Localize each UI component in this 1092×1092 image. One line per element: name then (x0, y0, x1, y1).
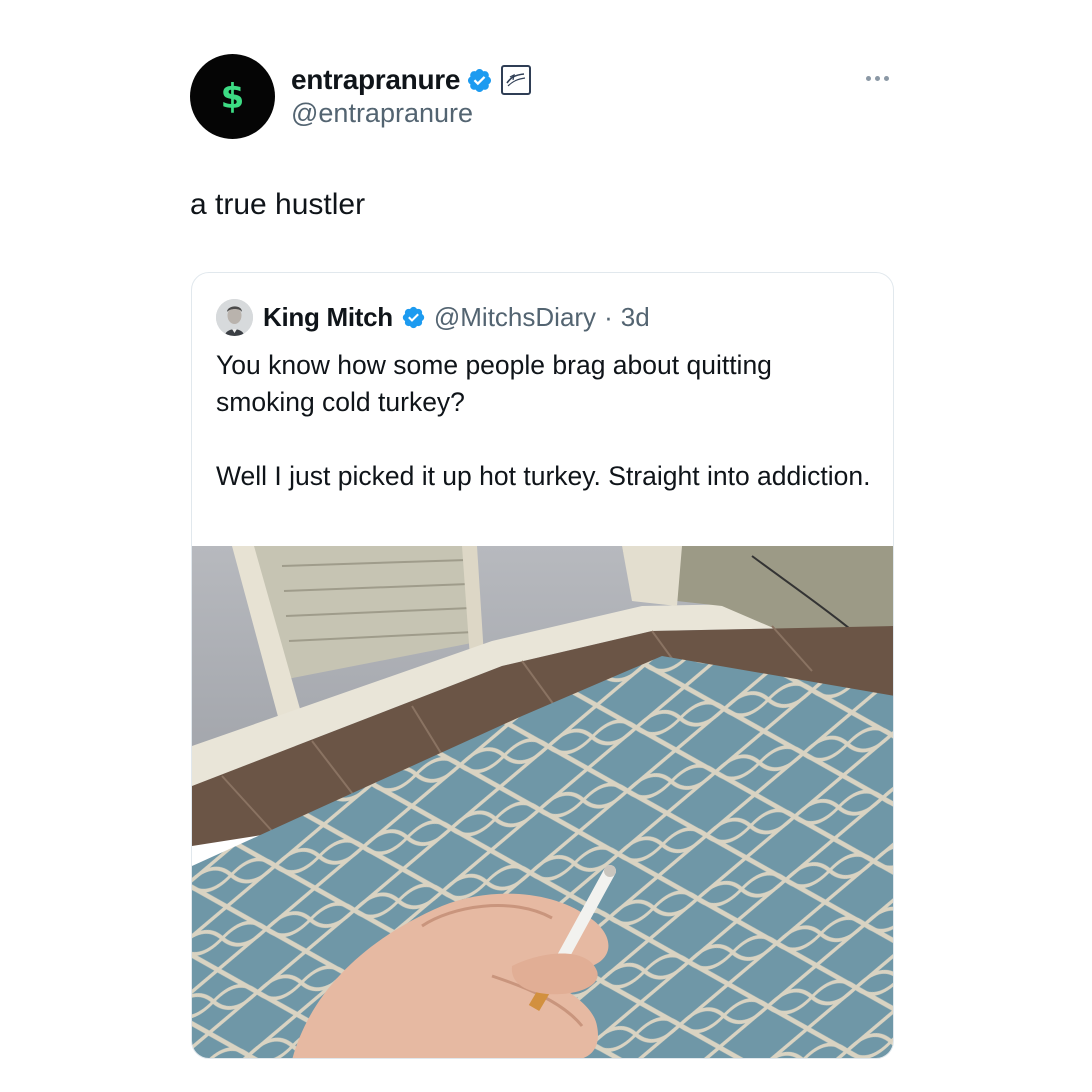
author-display-name[interactable]: entrapranure (291, 64, 460, 96)
quoted-tweet-text: You know how some people brag about quit… (216, 347, 876, 532)
quoted-timestamp[interactable]: 3d (621, 302, 650, 333)
quoted-tweet-header: King Mitch @MitchsDiary · 3d (216, 297, 650, 337)
verified-badge-icon[interactable] (466, 67, 493, 94)
separator-dot: · (604, 301, 613, 332)
dot (883, 75, 889, 81)
quoted-author-handle[interactable]: @MitchsDiary (434, 302, 596, 333)
dollar-sign-icon: $ (220, 76, 245, 117)
tweet-text: a true hustler (190, 188, 366, 221)
author-avatar[interactable]: $ (190, 54, 275, 139)
quoted-tweet-photo[interactable] (192, 546, 893, 1058)
dot (874, 75, 880, 81)
dot (865, 75, 871, 81)
author-name-row: entrapranure (291, 62, 532, 98)
tweet-card: $ entrapranure @entrapranure a true hust… (0, 0, 1092, 1092)
quoted-author-display-name[interactable]: King Mitch (263, 302, 393, 333)
quoted-paragraph: Well I just picked it up hot turkey. Str… (216, 461, 871, 491)
quoted-tweet[interactable]: King Mitch @MitchsDiary · 3d You know ho… (191, 272, 894, 1059)
quoted-paragraph: You know how some people brag about quit… (216, 350, 772, 417)
author-handle[interactable]: @entrapranure (291, 98, 473, 129)
affiliate-badge-icon[interactable] (501, 65, 532, 95)
more-options-icon[interactable] (860, 68, 894, 88)
quoted-author-avatar[interactable] (216, 298, 253, 336)
verified-badge-icon (402, 306, 425, 328)
